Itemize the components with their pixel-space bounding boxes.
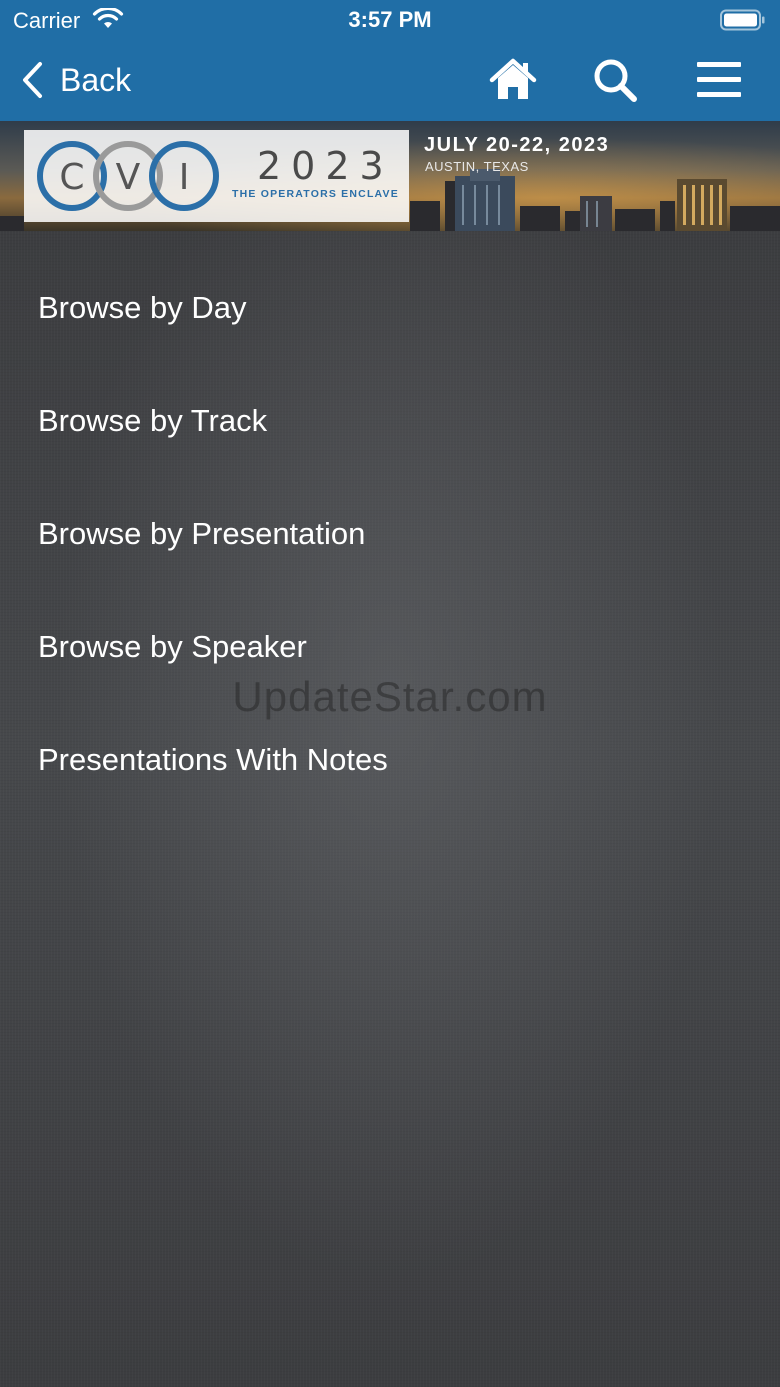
top-bar: Carrier 3:57 PM Back: [0, 0, 780, 121]
svg-text:C: C: [59, 157, 84, 198]
menu-item-browse-by-presentation[interactable]: Browse by Presentation: [0, 477, 780, 590]
search-icon[interactable]: [590, 56, 640, 104]
svg-text:V: V: [116, 157, 141, 198]
browse-menu-list: Browse by Day Browse by Track Browse by …: [0, 251, 780, 816]
status-bar: Carrier 3:57 PM: [0, 0, 780, 40]
back-button[interactable]: Back: [20, 56, 131, 104]
hamburger-menu-icon[interactable]: [694, 56, 744, 104]
logo-tagline: THE OPERATORS ENCLAVE: [232, 188, 399, 200]
menu-item-browse-by-day[interactable]: Browse by Day: [0, 251, 780, 364]
status-time: 3:57 PM: [348, 7, 432, 32]
back-button-label: Back: [60, 61, 132, 98]
chevron-left-icon: [23, 62, 42, 98]
cvi-logo: C V I 2023 THE OPERATORS ENCLAVE: [24, 130, 409, 222]
battery-icon: [720, 9, 765, 31]
browse-menu-screen: Browse by Day Browse by Track Browse by …: [0, 231, 780, 1387]
event-dates: JULY 20-22, 2023: [424, 134, 610, 156]
menu-item-browse-by-track[interactable]: Browse by Track: [0, 364, 780, 477]
svg-text:I: I: [179, 157, 190, 198]
home-icon[interactable]: [488, 56, 538, 104]
watermark: UpdateStar.com: [232, 673, 548, 720]
navigation-bar: Back: [0, 40, 780, 121]
cvi-rings-logo: C V I: [37, 141, 219, 211]
event-location: AUSTIN, TEXAS: [425, 159, 529, 174]
logo-year: 2023: [257, 144, 394, 188]
event-banner: C V I 2023 THE OPERATORS ENCLAVE JULY 20…: [0, 121, 780, 231]
